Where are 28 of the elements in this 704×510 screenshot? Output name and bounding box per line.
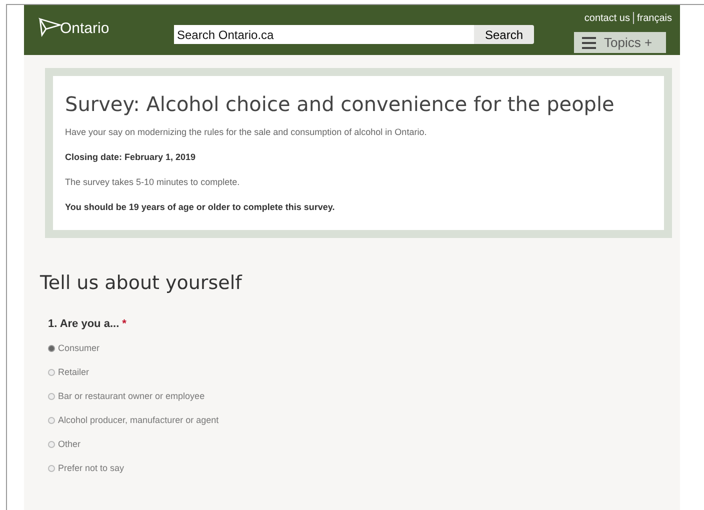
topics-tab[interactable]: Topics + — [574, 32, 666, 53]
radio-option[interactable]: Prefer not to say — [48, 456, 124, 480]
radio-option[interactable]: Bar or restaurant owner or employee — [48, 384, 205, 408]
info-text: You should be 19 years of age or older to complete this survey. — [65, 202, 336, 212]
header-link[interactable]: français — [636, 12, 672, 24]
survey-title: Survey: Alcohol choice and convenience for the people — [65, 92, 616, 116]
required-marker: * — [122, 318, 126, 330]
info-text: Closing date: February 1, 2019 — [65, 152, 197, 162]
radio-button[interactable] — [48, 368, 55, 376]
logo-wordmark[interactable]: Ontario — [60, 20, 110, 37]
trillium-logo-icon[interactable] — [38, 17, 62, 37]
section-heading: Tell us about yourself — [40, 272, 244, 294]
radio-option[interactable]: Other — [48, 432, 81, 456]
radio-button[interactable] — [48, 344, 55, 352]
info-text: Have your say on modernizing the rules for the sale and consumption of alcohol in Ontario. — [65, 127, 428, 137]
radio-option[interactable]: Retailer — [48, 360, 90, 384]
question-label: 1. Are you a... — [48, 318, 120, 330]
radio-option[interactable]: Alcohol producer, manufacturer or agent — [48, 408, 219, 432]
menu-icon — [582, 36, 596, 48]
radio-button[interactable] — [48, 440, 55, 448]
radio-button[interactable] — [48, 416, 55, 424]
header-link[interactable]: contact us — [584, 12, 630, 24]
radio-option[interactable]: Consumer — [48, 336, 100, 360]
radio-button[interactable] — [48, 392, 55, 400]
search-field[interactable]: Search Ontario.ca — [174, 25, 474, 44]
search-button[interactable]: Search — [474, 25, 534, 44]
info-text: The survey takes 5-10 minutes to complete. — [65, 177, 241, 187]
radio-button[interactable] — [48, 464, 55, 472]
